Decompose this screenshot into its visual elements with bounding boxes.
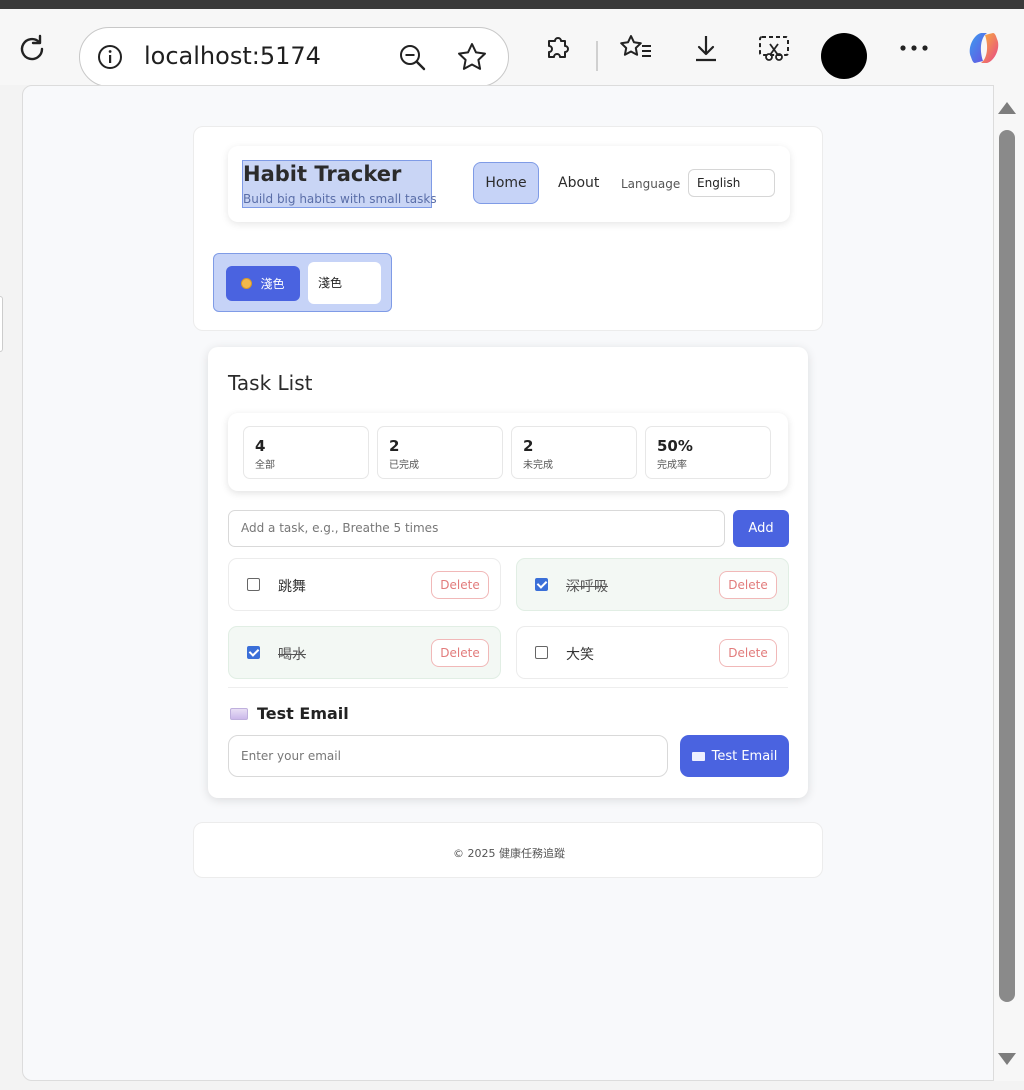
site-info-icon[interactable] [96, 43, 124, 71]
language-label: Language [621, 177, 681, 191]
favorite-star-icon[interactable] [455, 40, 489, 74]
window-top-strip [0, 0, 1024, 9]
task-name: 喝水 [278, 647, 306, 663]
add-task-button[interactable]: Add [733, 510, 789, 547]
stat-label: 已完成 [389, 460, 419, 471]
test-email-button[interactable]: Test Email [680, 735, 789, 777]
envelope-icon [230, 707, 248, 720]
header-card: Habit Tracker Build big habits with smal… [193, 126, 823, 331]
browser-toolbar: localhost:5174 [0, 9, 1024, 87]
delete-task-button[interactable]: Delete [431, 571, 489, 599]
url-text[interactable]: localhost:5174 [144, 42, 321, 70]
stats-panel: 4 全部 2 已完成 2 未完成 50% 完成率 [228, 413, 788, 491]
footer-card: © 2025 健康任務追蹤 [193, 822, 823, 878]
scrollbar-thumb[interactable] [999, 130, 1015, 1002]
task-item: 跳舞 Delete [228, 558, 501, 611]
window-bottom-strip [0, 1081, 1024, 1090]
scroll-down-arrow-icon[interactable] [998, 1053, 1016, 1065]
page-viewport: Habit Tracker Build big habits with smal… [22, 85, 994, 1081]
screenshot-icon[interactable] [756, 30, 792, 66]
stat-value: 4 [255, 437, 266, 455]
nav-home-link[interactable]: Home [473, 162, 539, 204]
delete-task-button[interactable]: Delete [719, 639, 777, 667]
nav-about-link[interactable]: About [558, 175, 599, 191]
stat-value: 2 [523, 437, 534, 455]
brand-subtitle: Build big habits with small tasks [243, 192, 437, 206]
envelope-icon [691, 751, 705, 761]
extensions-icon[interactable] [540, 30, 576, 66]
theme-switcher: 淺色 淺色 [213, 253, 392, 312]
stat-completion-rate: 50% 完成率 [645, 426, 771, 479]
task-checkbox[interactable] [247, 646, 260, 659]
stat-completed: 2 已完成 [377, 426, 503, 479]
task-checkbox[interactable] [535, 646, 548, 659]
test-email-heading: Test Email [230, 704, 349, 723]
add-task-input[interactable]: Add a task, e.g., Breathe 5 times [228, 510, 725, 547]
stat-incomplete: 2 未完成 [511, 426, 637, 479]
sun-icon [241, 278, 253, 289]
stat-value: 2 [389, 437, 400, 455]
language-select[interactable]: English [688, 169, 775, 197]
toolbar-divider [596, 41, 598, 71]
stat-label: 全部 [255, 460, 275, 471]
delete-task-button[interactable]: Delete [719, 571, 777, 599]
task-name: 深呼吸 [566, 579, 608, 595]
download-icon[interactable] [688, 30, 724, 66]
side-panel-handle[interactable] [0, 296, 3, 352]
favorites-list-icon[interactable] [617, 30, 655, 66]
task-checkbox[interactable] [535, 578, 548, 591]
stat-value: 50% [657, 437, 693, 455]
stat-label: 未完成 [523, 460, 553, 471]
delete-task-button[interactable]: Delete [431, 639, 489, 667]
brand-block[interactable]: Habit Tracker Build big habits with smal… [242, 160, 437, 208]
profile-avatar[interactable] [821, 33, 867, 79]
email-input[interactable]: Enter your email [228, 735, 668, 777]
task-list-card: Task List 4 全部 2 已完成 2 未完成 50% 完成率 Add a… [208, 347, 808, 798]
zoom-out-icon[interactable] [396, 41, 428, 73]
scroll-up-arrow-icon[interactable] [998, 102, 1016, 114]
stat-total: 4 全部 [243, 426, 369, 479]
navigation-bar: Habit Tracker Build big habits with smal… [228, 146, 790, 222]
task-name: 大笑 [566, 647, 594, 663]
task-checkbox[interactable] [247, 578, 260, 591]
task-list-title: Task List [228, 371, 313, 395]
stat-label: 完成率 [657, 460, 687, 471]
theme-select[interactable]: 淺色 [308, 262, 381, 304]
copilot-icon[interactable] [962, 27, 1006, 69]
test-email-button-label: Test Email [711, 748, 778, 764]
task-name: 跳舞 [278, 579, 306, 595]
test-email-title: Test Email [257, 704, 349, 723]
address-bar[interactable]: localhost:5174 [79, 27, 509, 87]
theme-toggle-button[interactable]: 淺色 [226, 266, 300, 301]
task-item: 喝水 Delete [228, 626, 501, 679]
footer-copyright: © 2025 健康任務追蹤 [453, 847, 565, 860]
reload-icon[interactable] [14, 31, 50, 67]
more-options-icon[interactable] [896, 31, 932, 65]
theme-toggle-label: 淺色 [260, 277, 285, 291]
section-divider [228, 687, 788, 688]
brand-title: Habit Tracker [243, 162, 402, 186]
task-item: 大笑 Delete [516, 626, 789, 679]
task-item: 深呼吸 Delete [516, 558, 789, 611]
